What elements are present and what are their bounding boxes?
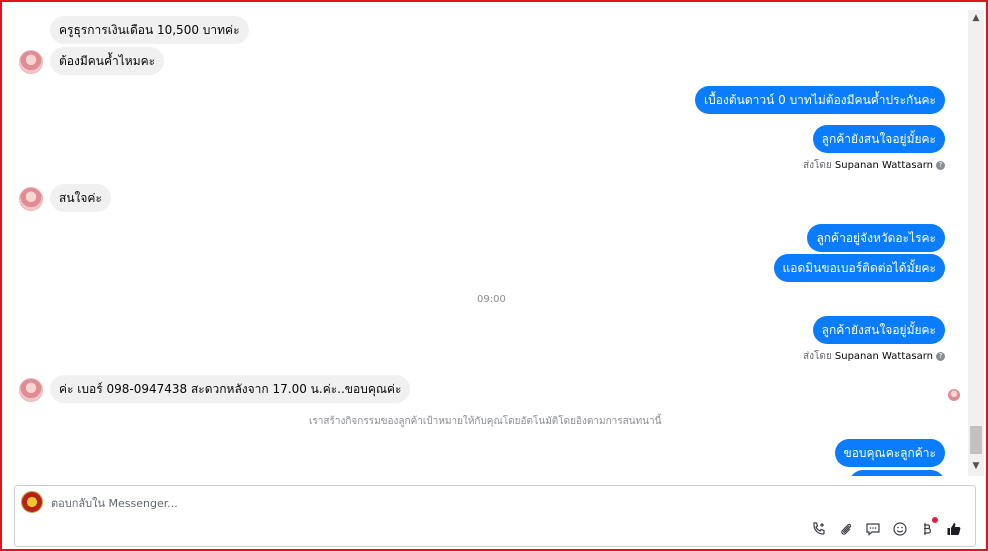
- customer-avatar[interactable]: [19, 50, 43, 74]
- sent-by-prefix: ส่งโดย: [802, 160, 832, 171]
- scrollbar[interactable]: ▲ ▼: [968, 10, 984, 476]
- info-icon[interactable]: ?: [936, 160, 945, 170]
- system-notice: เราสร้างกิจกรรมของลูกค้าเป้าหมายให้กับคุ…: [309, 416, 662, 427]
- sender-name[interactable]: Supanan Wattasarn: [835, 160, 933, 171]
- scroll-down-arrow-icon[interactable]: ▼: [968, 460, 984, 472]
- scroll-thumb[interactable]: [970, 426, 982, 454]
- emoji-button[interactable]: [886, 519, 913, 539]
- app-window: ครูธุรการเงินเดือน 10,500 บาทค่ะ ต้องมีค…: [0, 0, 988, 551]
- seen-avatar: [948, 389, 960, 401]
- outgoing-message-partial[interactable]: [849, 470, 945, 476]
- reply-input[interactable]: [51, 493, 651, 513]
- chat-bubble-icon: [865, 523, 880, 536]
- sender-name[interactable]: Supanan Wattasarn: [835, 351, 933, 362]
- payment-button[interactable]: [913, 517, 940, 539]
- smiley-icon: [892, 522, 907, 536]
- message-thread[interactable]: ครูธุรการเงินเดือน 10,500 บาทค่ะ ต้องมีค…: [4, 4, 968, 476]
- thumbs-up-icon: [947, 523, 960, 535]
- notification-dot: [932, 517, 938, 523]
- baht-icon: [923, 523, 931, 535]
- page-logo-avatar: [21, 491, 43, 513]
- incoming-message[interactable]: ต้องมีคนค้ำไหมคะ: [50, 47, 165, 75]
- reply-composer: [14, 485, 976, 547]
- paperclip-icon: [840, 523, 851, 535]
- sent-by-label: ส่งโดย Supanan Wattasarn?: [803, 158, 945, 173]
- customer-avatar[interactable]: [19, 378, 43, 402]
- outgoing-message[interactable]: ลูกค้ายังสนใจอยู่มั้ยคะ: [812, 125, 945, 153]
- sent-by-prefix: ส่งโดย: [802, 351, 832, 362]
- phone-plus-icon: [812, 522, 825, 535]
- incoming-message[interactable]: ค่ะ เบอร์ 098-0947438 สะดวกหลังจาก 17.00…: [50, 375, 411, 403]
- customer-avatar[interactable]: [19, 187, 43, 211]
- outgoing-message[interactable]: ขอบคุณคะลูกค้าะ: [834, 439, 945, 467]
- outgoing-message[interactable]: ลูกค้ายังสนใจอยู่มั้ยคะ: [812, 316, 945, 344]
- composer-toolbar: [805, 517, 967, 539]
- saved-replies-button[interactable]: [859, 519, 886, 539]
- attach-button[interactable]: [832, 519, 859, 539]
- info-icon[interactable]: ?: [936, 351, 945, 361]
- incoming-message[interactable]: สนใจค่ะ: [50, 184, 111, 212]
- sent-by-label: ส่งโดย Supanan Wattasarn?: [803, 349, 945, 364]
- scroll-up-arrow-icon[interactable]: ▲: [968, 12, 984, 24]
- outgoing-message[interactable]: แอดมินขอเบอร์ติดต่อได้มั้ยคะ: [773, 254, 945, 282]
- time-divider: 09:00: [477, 294, 506, 305]
- incoming-message[interactable]: ครูธุรการเงินเดือน 10,500 บาทค่ะ: [50, 16, 249, 44]
- like-button[interactable]: [940, 519, 967, 539]
- outgoing-message[interactable]: ลูกค้าอยู่จังหวัดอะไรคะ: [807, 224, 945, 252]
- call-add-button[interactable]: [805, 519, 832, 539]
- outgoing-message[interactable]: เบื้องต้นดาวน์ 0 บาทไม่ต้องมีคนค้ำประกัน…: [695, 86, 945, 114]
